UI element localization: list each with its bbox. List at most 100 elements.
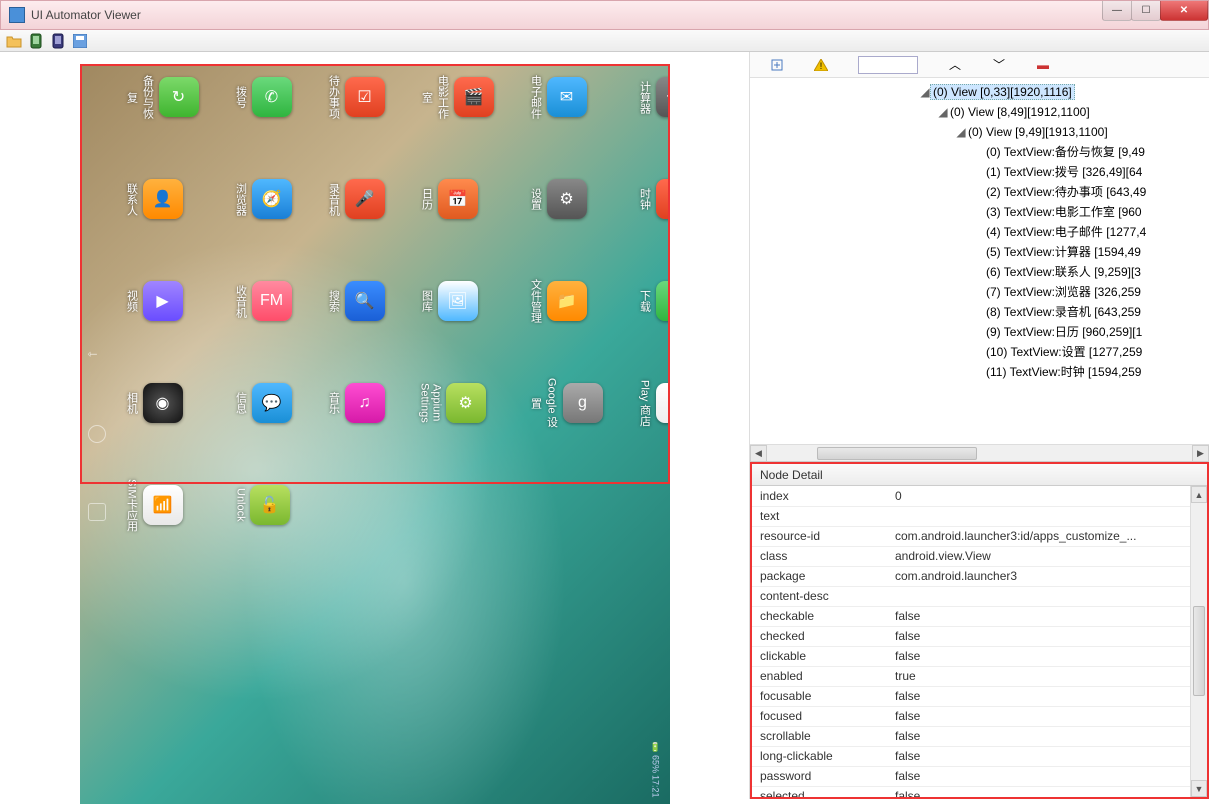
tree-node[interactable]: (6) TextView:联系人 [9,259][3 [750,262,1209,282]
hierarchy-tree[interactable]: ◢(0) View [0,33][1920,1116]◢(0) View [8,… [750,78,1209,444]
tree-node[interactable]: (11) TextView:时钟 [1594,259 [750,362,1209,382]
node-detail-body: index0textresource-idcom.android.launche… [752,486,1207,797]
app-item[interactable]: SIM卡应用📶 [124,478,199,532]
tree-node[interactable]: (5) TextView:计算器 [1594,49 [750,242,1209,262]
detail-row: focusablefalse [752,686,1207,706]
minimize-button[interactable]: — [1102,1,1132,21]
detail-key: resource-id [752,526,887,546]
app-label: 拨号 [233,86,249,108]
app-item[interactable]: 拨号✆ [233,70,292,124]
app-item[interactable]: 联系人👤 [124,172,199,226]
detail-row: selectedfalse [752,786,1207,797]
expand-all-icon[interactable] [770,58,784,72]
detail-key: checked [752,626,887,646]
app-item[interactable]: 搜索🔍 [326,274,385,328]
prev-match-icon[interactable]: ︿ [948,58,962,72]
scroll-down-icon[interactable]: ▼ [1191,780,1207,797]
detail-value [887,506,1207,526]
app-item[interactable]: 设置⚙ [528,172,603,226]
detail-row: packagecom.android.launcher3 [752,566,1207,586]
tree-search-input[interactable] [858,56,918,74]
tree-node[interactable]: (4) TextView:电子邮件 [1277,4 [750,222,1209,242]
app-item[interactable]: 备份与恢复↻ [124,70,199,124]
tree-node[interactable]: (2) TextView:待办事项 [643,49 [750,182,1209,202]
app-item[interactable]: 文件管理📁 [528,274,603,328]
tree-node[interactable]: ◢(0) View [9,49][1913,1100] [750,122,1209,142]
detail-row: passwordfalse [752,766,1207,786]
app-item[interactable]: 收音机FM [233,274,292,328]
app-grid: 备份与恢复↻ 联系人👤 视频▶ 相机◉ SIM卡应用📶 拨号✆ 浏览器🧭 收音机FM 信息💬 Un… [124,70,642,798]
tree-node[interactable]: (10) TextView:设置 [1277,259 [750,342,1209,362]
app-icon: ♫ [345,383,385,423]
tree-node[interactable]: (0) TextView:备份与恢复 [9,49 [750,142,1209,162]
app-label: Appium Settings [419,376,443,430]
detail-value: false [887,706,1207,726]
detail-key: class [752,546,887,566]
detail-value: 0 [887,486,1207,506]
app-item[interactable]: 待办事项☑ [326,70,385,124]
app-item[interactable]: Appium Settings⚙ [419,376,494,430]
app-item[interactable]: 信息💬 [233,376,292,430]
app-item[interactable]: 电子邮件✉ [528,70,603,124]
device-screenshot[interactable]: ⇽ 备份与恢复↻ 联系人👤 视频▶ 相机◉ SIM卡应用📶 拨号✆ 浏览器🧭 收音机FM 信息💬… [80,64,670,804]
app-item[interactable]: 浏览器🧭 [233,172,292,226]
app-item[interactable]: 音乐♫ [326,376,385,430]
detail-vscrollbar[interactable]: ▲ ▼ [1190,486,1207,797]
app-icon: 👤 [143,179,183,219]
detail-key: package [752,566,887,586]
next-match-icon[interactable]: ﹀ [992,58,1006,72]
tree-node[interactable]: (3) TextView:电影工作室 [960 [750,202,1209,222]
delete-icon[interactable]: ▬ [1036,58,1050,72]
app-icon: ◉ [143,383,183,423]
tree-node[interactable]: ◢(0) View [8,49][1912,1100] [750,102,1209,122]
scroll-left-icon[interactable]: ◀ [750,445,767,462]
save-icon[interactable] [72,33,88,49]
app-icon: 🔓 [250,485,290,525]
tree-hscrollbar[interactable]: ◀ ▶ [750,444,1209,461]
tree-node[interactable]: (9) TextView:日历 [960,259][1 [750,322,1209,342]
detail-row: enabledtrue [752,666,1207,686]
app-item[interactable]: 电影工作室🎬 [419,70,494,124]
app-item[interactable]: 日历📅 [419,172,494,226]
window-titlebar: UI Automator Viewer — ☐ ✕ [0,0,1209,30]
hscroll-thumb[interactable] [817,447,977,460]
tree-node[interactable]: ◢(0) View [0,33][1920,1116] [750,82,1209,102]
detail-row: focusedfalse [752,706,1207,726]
app-item[interactable]: 视频▶ [124,274,199,328]
app-item[interactable]: Google 设置g [528,376,603,430]
status-bar: 🔋 65% 17:21 [646,64,666,804]
maximize-button[interactable]: ☐ [1131,1,1161,21]
app-item[interactable]: 相机◉ [124,376,199,430]
right-panel: ! ︿ ﹀ ▬ ◢(0) View [0,33][1920,1116]◢(0) … [750,52,1209,799]
app-icon [9,7,25,23]
node-detail-header: Node Detail [752,464,1207,486]
app-item[interactable]: 录音机🎤 [326,172,385,226]
device-dump-compressed-icon[interactable] [50,33,66,49]
app-icon: ⚙ [446,383,486,423]
toolbar [0,30,1209,52]
tree-node[interactable]: (7) TextView:浏览器 [326,259 [750,282,1209,302]
detail-value: true [887,666,1207,686]
app-icon: ☑ [345,77,385,117]
back-key: ⇽ [88,347,106,365]
scroll-right-icon[interactable]: ▶ [1192,445,1209,462]
vscroll-thumb[interactable] [1193,606,1205,696]
detail-value [887,586,1207,606]
device-dump-icon[interactable] [28,33,44,49]
app-label: 相机 [124,392,140,414]
open-folder-icon[interactable] [6,33,22,49]
warning-icon[interactable]: ! [814,58,828,72]
tree-node[interactable]: (8) TextView:录音机 [643,259 [750,302,1209,322]
app-label: 文件管理 [528,279,544,323]
scroll-up-icon[interactable]: ▲ [1191,486,1207,503]
detail-key: clickable [752,646,887,666]
detail-value: false [887,766,1207,786]
tree-node[interactable]: (1) TextView:拨号 [326,49][64 [750,162,1209,182]
detail-row: checkablefalse [752,606,1207,626]
app-label: 日历 [419,188,435,210]
window-title: UI Automator Viewer [31,8,1200,22]
app-item[interactable]: 图库🖼 [419,274,494,328]
close-button[interactable]: ✕ [1160,1,1208,21]
app-icon: 🖼 [438,281,478,321]
app-item[interactable]: Unlock🔓 [233,478,292,532]
